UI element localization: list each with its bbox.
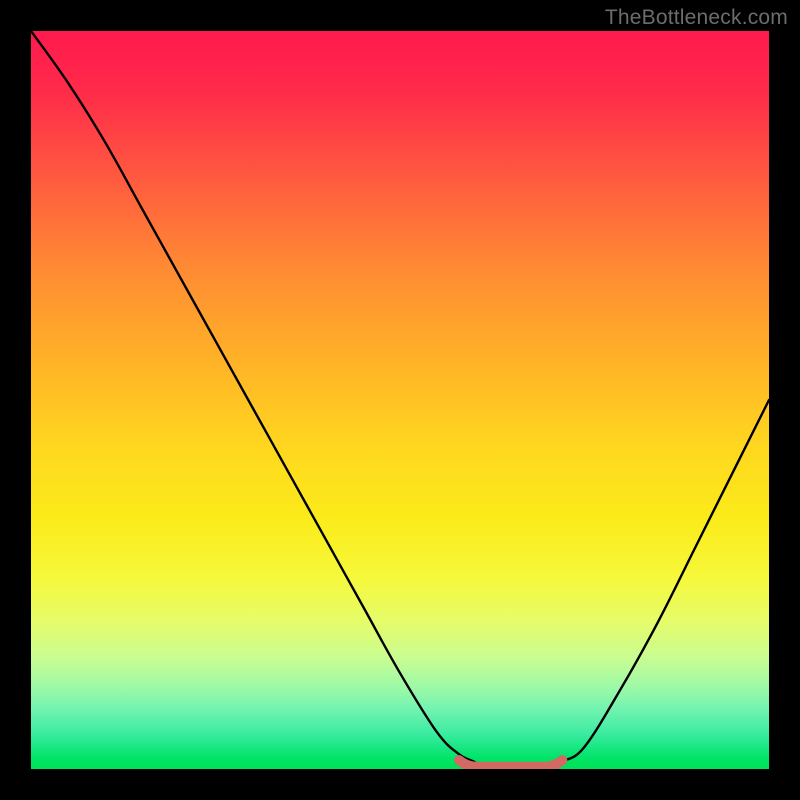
- watermark-label: TheBottleneck.com: [605, 6, 788, 30]
- chart-container: TheBottleneck.com: [0, 0, 800, 800]
- optimal-zone-marker: [31, 31, 769, 769]
- plot-area: [31, 31, 769, 769]
